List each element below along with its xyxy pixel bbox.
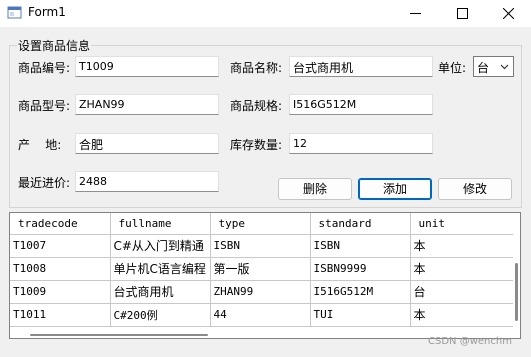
table-row[interactable]: T1008 单片机C语言编程 第一版 ISBN9999 本	[10, 257, 514, 281]
grid-table: tradecode fullname type standard unit T1…	[10, 213, 514, 327]
close-button[interactable]	[486, 0, 531, 27]
table-cell[interactable]: ISBN	[310, 234, 411, 258]
price-label: 最近进价:	[18, 176, 71, 190]
model-field[interactable]: ZHAN99	[75, 94, 219, 115]
table-cell[interactable]: 单片机C语言编程	[110, 257, 211, 281]
model-label: 商品型号:	[18, 99, 71, 113]
table-cell[interactable]: T1007	[10, 234, 111, 258]
column-header-fullname[interactable]: fullname	[110, 213, 211, 235]
table-cell[interactable]: 本	[410, 257, 514, 281]
origin-label: 产 地:	[18, 138, 62, 152]
table-row[interactable]: T1007 C#从入门到精通 ISBN ISBN 本	[10, 234, 514, 258]
table-cell[interactable]: ISBN	[210, 234, 311, 258]
table-cell[interactable]: T1009	[10, 280, 111, 304]
table-cell[interactable]: 本	[410, 303, 514, 327]
table-row[interactable]: T1011 C#200例 44 TUI 本	[10, 303, 514, 327]
table-cell[interactable]: 本	[410, 234, 514, 258]
table-cell[interactable]: I516G512M	[310, 280, 411, 304]
stock-label: 库存数量:	[230, 138, 283, 152]
grid-header-row: tradecode fullname type standard unit	[10, 213, 514, 235]
table-cell[interactable]: 第一版	[210, 257, 311, 281]
table-cell[interactable]: 台	[410, 280, 514, 304]
column-header-standard[interactable]: standard	[310, 213, 411, 235]
name-label: 商品名称:	[230, 61, 283, 75]
watermark: CSDN @wenchm	[428, 336, 512, 347]
unit-select[interactable]: 台	[473, 56, 514, 77]
vertical-scrollbar[interactable]	[513, 213, 520, 338]
edit-button[interactable]: 修改	[438, 178, 512, 200]
origin-field[interactable]: 合肥	[75, 133, 219, 154]
table-cell[interactable]: T1008	[10, 257, 111, 281]
window-title: Form1	[28, 5, 66, 19]
table-cell[interactable]: 台式商用机	[110, 280, 211, 304]
table-cell[interactable]: C#从入门到精通	[110, 234, 211, 258]
delete-button[interactable]: 删除	[278, 178, 352, 200]
table-cell[interactable]: T1011	[10, 303, 111, 327]
code-field[interactable]: T1009	[75, 56, 219, 77]
table-cell[interactable]: TUI	[310, 303, 411, 327]
chevron-down-icon	[500, 64, 509, 70]
column-header-type[interactable]: type	[210, 213, 311, 235]
table-cell[interactable]: ISBN9999	[310, 257, 411, 281]
table-cell[interactable]: 44	[210, 303, 311, 327]
stock-field[interactable]: 12	[289, 133, 433, 154]
data-grid[interactable]: tradecode fullname type standard unit T1…	[9, 212, 521, 339]
group-title: 设置商品信息	[17, 37, 92, 54]
app-icon	[7, 6, 22, 19]
column-header-tradecode[interactable]: tradecode	[10, 213, 111, 235]
horizontal-scroll-thumb[interactable]	[30, 334, 208, 336]
code-label: 商品编号:	[18, 61, 71, 75]
add-button[interactable]: 添加	[358, 178, 432, 200]
minimize-icon	[410, 13, 421, 14]
unit-select-value: 台	[477, 61, 490, 75]
title-bar: Form1	[0, 0, 531, 27]
price-field[interactable]: 2488	[75, 171, 219, 192]
close-icon	[503, 8, 514, 19]
maximize-icon	[457, 8, 468, 19]
unit-label: 单位:	[438, 61, 467, 75]
maximize-button[interactable]	[440, 0, 485, 27]
table-cell[interactable]: C#200例	[110, 303, 211, 327]
spec-label: 商品规格:	[230, 99, 283, 113]
table-row[interactable]: T1009 台式商用机 ZHAN99 I516G512M 台	[10, 280, 514, 304]
spec-field[interactable]: I516G512M	[289, 94, 433, 115]
column-header-unit[interactable]: unit	[410, 213, 514, 235]
name-field[interactable]: 台式商用机	[289, 56, 433, 77]
minimize-button[interactable]	[393, 0, 438, 27]
vertical-scroll-thumb[interactable]	[515, 263, 518, 321]
table-cell[interactable]: ZHAN99	[210, 280, 311, 304]
